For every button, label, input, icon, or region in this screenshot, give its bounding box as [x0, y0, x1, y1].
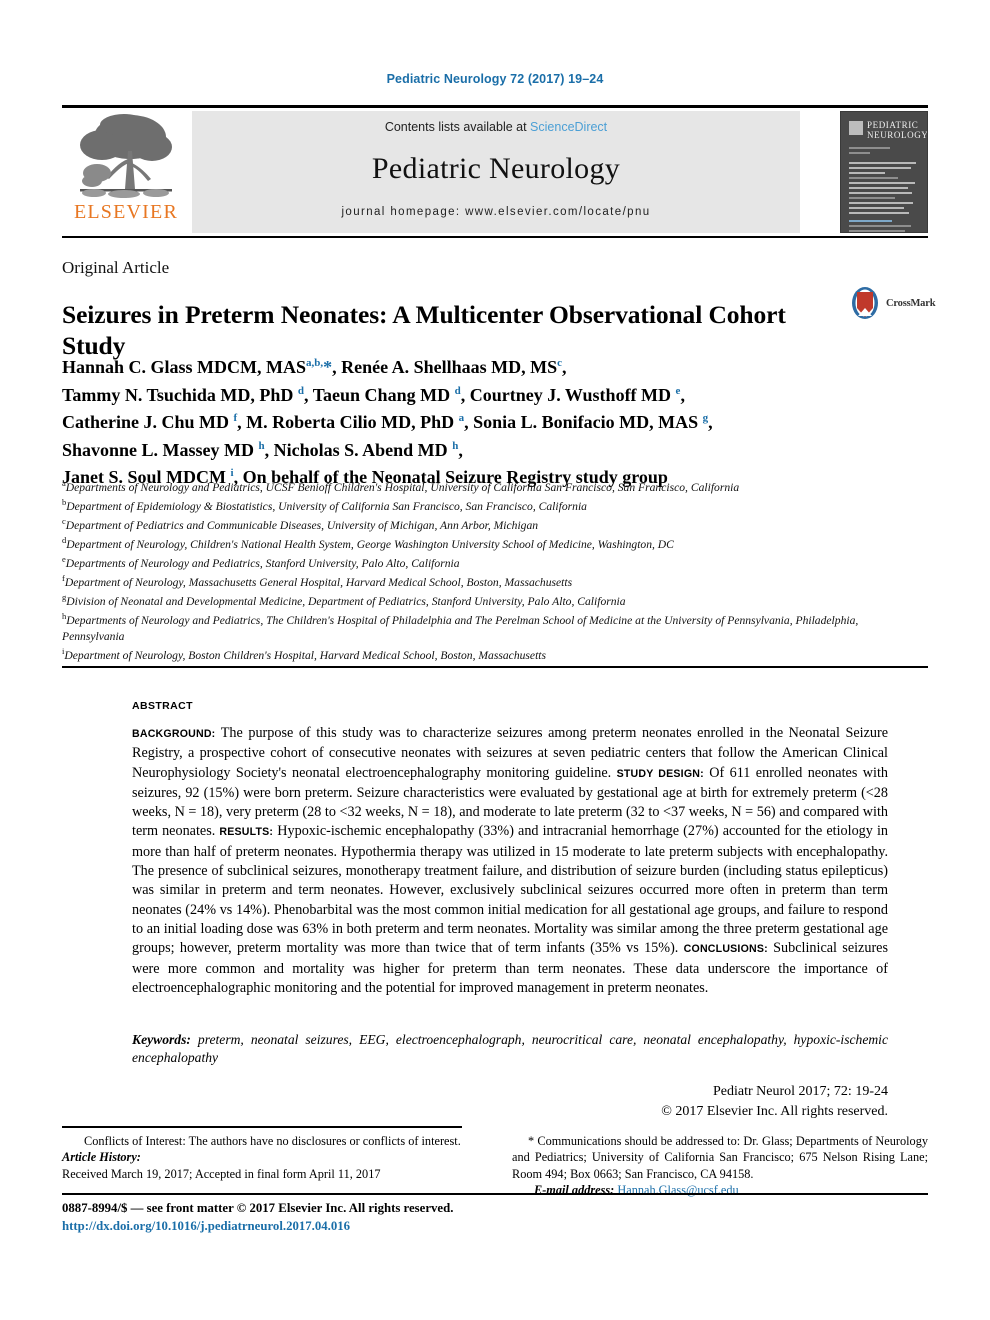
article-history-label: Article History: — [62, 1150, 141, 1165]
elsevier-wordmark: ELSEVIER — [73, 201, 179, 223]
affiliation-text: Departments of Neurology and Pediatrics,… — [65, 557, 460, 571]
keywords-block: Keywords: preterm, neonatal seizures, EE… — [132, 1031, 888, 1067]
copyright-line: © 2017 Elsevier Inc. All rights reserved… — [661, 1104, 888, 1119]
email-address-link[interactable]: Hannah.Glass@ucsf.edu — [617, 1183, 738, 1197]
footer-rule — [62, 1193, 928, 1195]
journal-article-first-page: Pediatric Neurology 72 (2017) 19–24 ELSE… — [0, 0, 990, 1320]
affiliation-item: cDepartment of Pediatrics and Communicab… — [62, 514, 902, 533]
affiliation-item: dDepartment of Neurology, Children's Nat… — [62, 533, 902, 552]
footnote-left: Conflicts of Interest: The authors have … — [62, 1133, 482, 1182]
journal-cover-thumbnail: PEDIATRIC NEUROLOGY — [840, 111, 928, 233]
abstract-section-heading: CONCLUSIONS: — [683, 943, 768, 956]
abstract-section-heading: BACKGROUND: — [132, 728, 216, 740]
cover-header: PEDIATRIC NEUROLOGY — [849, 120, 927, 140]
cover-title-line2: NEUROLOGY — [867, 130, 928, 140]
affiliation-item: iDepartment of Neurology, Boston Childre… — [62, 644, 902, 663]
crossmark-icon — [852, 287, 878, 319]
crossmark-label: CrossMark — [886, 297, 936, 309]
doi-link[interactable]: http://dx.doi.org/10.1016/j.pediatrneuro… — [62, 1219, 350, 1234]
abstract-section-heading: RESULTS: — [219, 826, 274, 839]
running-head: Pediatric Neurology 72 (2017) 19–24 — [386, 72, 604, 86]
author-list: Hannah C. Glass MDCM, MASa,b,*, Renée A.… — [62, 357, 713, 487]
journal-masthead: ELSEVIER Contents lists available at Sci… — [62, 105, 928, 238]
affiliation-list: aDepartments of Neurology and Pediatrics… — [62, 476, 902, 663]
affiliation-item: eDepartments of Neurology and Pediatrics… — [62, 552, 902, 571]
abstract-body: BACKGROUND: The purpose of this study wa… — [132, 724, 888, 998]
cover-emblem-icon — [849, 121, 863, 135]
journal-title: Pediatric Neurology — [371, 152, 621, 185]
affiliation-text: Department of Neurology, Boston Children… — [64, 648, 547, 662]
correspondence-note: * Communications should be addressed to:… — [512, 1134, 928, 1181]
article-history-dates: Received March 19, 2017; Accepted in fin… — [62, 1166, 381, 1181]
affiliation-text: Department of Epidemiology & Biostatisti… — [66, 499, 587, 513]
abstract-section-heading: STUDY DESIGN: — [616, 767, 704, 780]
affiliation-item: bDepartment of Epidemiology & Biostatist… — [62, 495, 902, 514]
email-label: E-mail address: — [534, 1183, 615, 1198]
abstract-section-text: Hypoxic-ischemic encephalopathy (33%) an… — [132, 823, 888, 957]
masthead-bottom-rule — [62, 236, 928, 238]
abstract-top-rule — [62, 666, 928, 668]
affiliation-item: fDepartment of Neurology, Massachusetts … — [62, 571, 902, 590]
citation-block: Pediatr Neurol 2017; 72: 19-24 © 2017 El… — [132, 1082, 888, 1122]
footnote-right: * Communications should be addressed to:… — [512, 1133, 928, 1199]
issn-front-matter: 0887-8994/$ — see front matter © 2017 El… — [62, 1201, 454, 1215]
keywords-values: preterm, neonatal seizures, EEG, electro… — [132, 1032, 888, 1065]
affiliation-item: gDivision of Neonatal and Developmental … — [62, 590, 902, 609]
affiliation-text: Department of Pediatrics and Communicabl… — [65, 518, 539, 532]
affiliation-item: hDepartments of Neurology and Pediatrics… — [62, 609, 902, 643]
journal-homepage-link[interactable]: journal homepage: www.elsevier.com/locat… — [341, 206, 650, 218]
journal-banner: Contents lists available at ScienceDirec… — [192, 111, 800, 233]
keywords-label: Keywords: — [132, 1032, 191, 1047]
footnote-rule — [62, 1126, 462, 1128]
article-type: Original Article — [62, 258, 170, 277]
cover-title-line1: PEDIATRIC — [867, 120, 919, 130]
citation-line: Pediatr Neurol 2017; 72: 19-24 — [713, 1084, 888, 1099]
elsevier-logo: ELSEVIER — [62, 111, 190, 233]
affiliation-text: Department of Neurology, Children's Nati… — [66, 538, 674, 552]
conflicts-of-interest: Conflicts of Interest: The authors have … — [84, 1134, 461, 1148]
affiliation-item: aDepartments of Neurology and Pediatrics… — [62, 476, 902, 495]
crossmark-badge[interactable]: CrossMark — [848, 286, 936, 320]
elsevier-tree-icon — [80, 114, 172, 198]
cover-text-lines — [849, 147, 919, 232]
affiliation-text: Division of Neonatal and Developmental M… — [66, 595, 626, 609]
affiliation-text: Departments of Neurology and Pediatrics,… — [62, 614, 859, 643]
affiliation-text: Department of Neurology, Massachusetts G… — [64, 576, 573, 590]
email-line: E-mail address: Hannah.Glass@ucsf.edu — [512, 1182, 928, 1198]
contents-prefix: Contents lists available at — [384, 120, 531, 134]
cover-title: PEDIATRIC NEUROLOGY — [867, 120, 928, 140]
contents-available-line: Contents lists available at ScienceDirec… — [385, 120, 607, 134]
affiliation-text: Departments of Neurology and Pediatrics,… — [65, 480, 740, 494]
abstract-label: ABSTRACT — [132, 700, 193, 712]
sciencedirect-link[interactable]: ScienceDirect — [530, 120, 607, 134]
masthead-top-rule — [62, 105, 928, 108]
